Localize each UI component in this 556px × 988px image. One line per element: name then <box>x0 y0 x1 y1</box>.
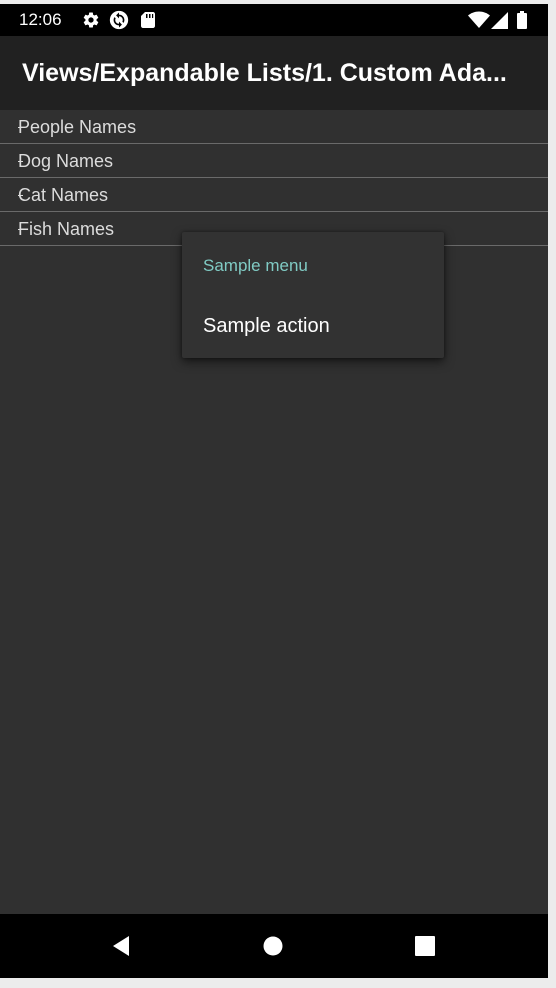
wifi-icon <box>468 11 490 29</box>
list-item-cat-names[interactable]: Cat Names <box>0 178 548 212</box>
back-button[interactable] <box>101 928 141 964</box>
sd-card-icon <box>141 12 155 28</box>
context-menu: Sample menu Sample action <box>182 232 444 358</box>
list-item-dog-names[interactable]: Dog Names <box>0 144 548 178</box>
recents-icon <box>405 928 445 964</box>
list-item-label: Dog Names <box>18 151 114 171</box>
expandable-list: People Names Dog Names Cat Names Fish Na… <box>0 110 548 246</box>
home-icon <box>253 928 293 964</box>
back-icon <box>101 928 141 964</box>
status-clock: 12:06 <box>19 10 62 29</box>
list-item-label: Cat Names <box>18 185 109 205</box>
battery-icon <box>517 11 527 29</box>
app-bar: Views/Expandable Lists/1. Custom Ada... <box>0 36 548 110</box>
list-item-label: Fish Names <box>18 219 115 239</box>
page-title: Views/Expandable Lists/1. Custom Ada... <box>22 59 507 87</box>
context-menu-title: Sample menu <box>203 256 308 275</box>
navigation-bar <box>0 914 548 978</box>
list-item-people-names[interactable]: People Names <box>0 110 548 144</box>
sample-action-menu-item[interactable]: Sample action <box>182 300 444 352</box>
sync-icon <box>109 10 129 30</box>
list-item-label: People Names <box>18 117 137 137</box>
cell-signal-icon <box>491 12 508 29</box>
home-button[interactable] <box>253 928 293 964</box>
menu-item-label: Sample action <box>203 315 330 337</box>
device-screen: 12:06 Views/Expandable Lists/1. Custom A… <box>0 4 548 978</box>
gear-icon <box>82 11 100 29</box>
status-bar: 12:06 <box>0 4 548 36</box>
recents-button[interactable] <box>405 928 445 964</box>
